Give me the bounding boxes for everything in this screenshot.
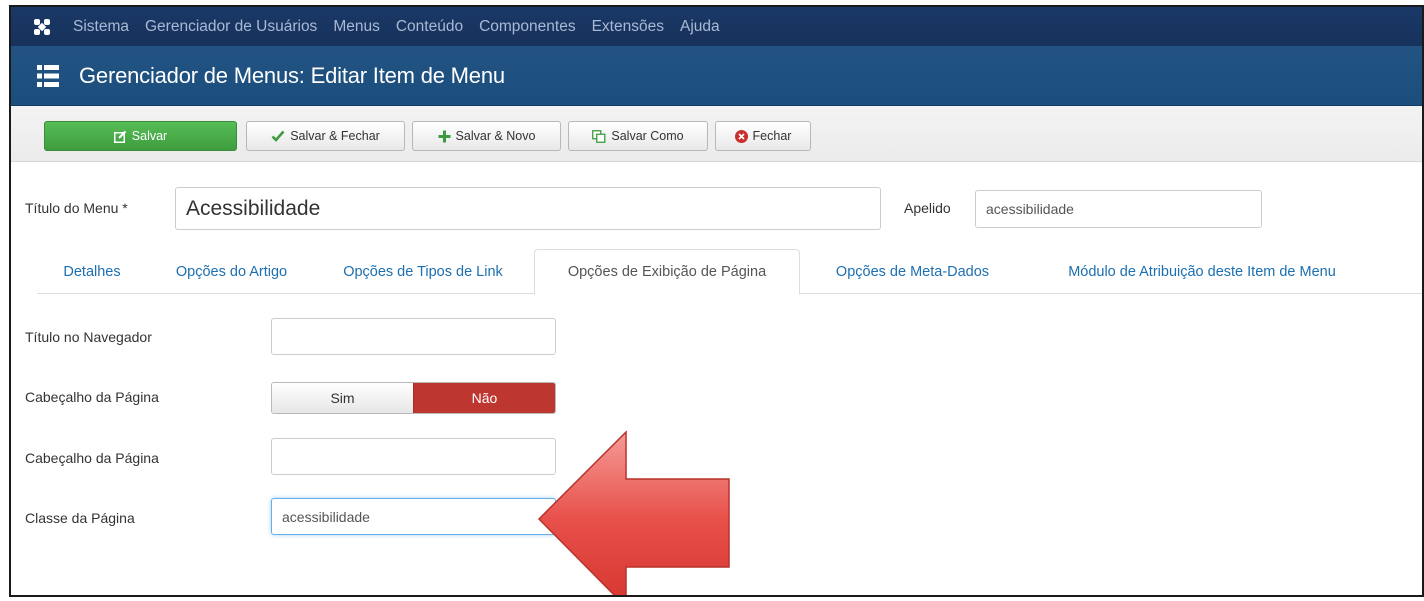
nav-sistema[interactable]: Sistema (65, 7, 137, 46)
nav-menus[interactable]: Menus (325, 7, 388, 46)
save-as-label: Salvar Como (611, 129, 684, 143)
menu-title-label: Título do Menu * (25, 200, 128, 216)
app-window: Sistema Gerenciador de Usuários Menus Co… (9, 5, 1424, 597)
close-button[interactable]: Fechar (715, 121, 811, 151)
browser-title-label: Título no Navegador (25, 329, 152, 345)
tab-detalhes[interactable]: Detalhes (37, 249, 147, 294)
nav-componentes[interactable]: Componentes (471, 7, 584, 46)
close-label: Fechar (752, 129, 792, 143)
save-as-button[interactable]: Salvar Como (568, 121, 708, 151)
tab-opcoes-artigo[interactable]: Opções do Artigo (149, 249, 314, 294)
menu-list-icon (37, 64, 59, 87)
joomla-logo-icon[interactable] (25, 7, 59, 46)
nav-conteudo[interactable]: Conteúdo (388, 7, 471, 46)
menu-title-input[interactable]: Acessibilidade (175, 187, 881, 230)
tab-opcoes-exibicao-pagina[interactable]: Opções de Exibição de Página (534, 249, 800, 295)
toggle-yes-option[interactable]: Sim (272, 383, 413, 413)
save-close-button[interactable]: Salvar & Fechar (246, 121, 405, 151)
save-close-label: Salvar & Fechar (290, 129, 380, 143)
copy-icon (592, 129, 606, 143)
page-class-label: Classe da Página (25, 510, 135, 526)
nav-extensoes[interactable]: Extensões (584, 7, 672, 46)
toolbar: Salvar Salvar & Fechar Salvar & Novo Sal… (11, 106, 1422, 162)
save-label: Salvar (131, 129, 168, 143)
plus-icon (438, 130, 451, 142)
close-circle-icon (734, 129, 748, 143)
alias-label: Apelido (904, 200, 951, 216)
show-heading-label: Cabeçalho da Página (25, 389, 159, 405)
page-class-input[interactable]: acessibilidade (271, 498, 556, 535)
save-button[interactable]: Salvar (44, 121, 237, 151)
nav-gerenciador-usuarios[interactable]: Gerenciador de Usuários (137, 7, 325, 46)
tab-bar: Detalhes Opções do Artigo Opções de Tipo… (37, 249, 1422, 295)
browser-title-input[interactable] (271, 318, 556, 355)
tab-opcoes-tipos-link[interactable]: Opções de Tipos de Link (317, 249, 529, 294)
page-heading-input[interactable] (271, 438, 556, 475)
annotation-arrow-icon (537, 430, 730, 595)
show-heading-toggle: Sim Não (271, 382, 556, 414)
alias-input[interactable]: acessibilidade (975, 190, 1262, 228)
tab-modulo-atribuicao[interactable]: Módulo de Atribuição deste Item de Menu (1032, 249, 1372, 294)
tab-opcoes-meta-dados[interactable]: Opções de Meta-Dados (815, 249, 1010, 294)
nav-ajuda[interactable]: Ajuda (672, 7, 728, 46)
edit-icon (113, 130, 126, 143)
page-title: Gerenciador de Menus: Editar Item de Men… (79, 62, 505, 88)
check-icon (271, 130, 285, 142)
top-navbar: Sistema Gerenciador de Usuários Menus Co… (11, 7, 1422, 46)
save-new-button[interactable]: Salvar & Novo (412, 121, 561, 151)
toggle-no-option[interactable]: Não (413, 383, 555, 413)
page-header: Gerenciador de Menus: Editar Item de Men… (11, 46, 1422, 106)
save-new-label: Salvar & Novo (455, 129, 536, 143)
page-heading-label: Cabeçalho da Página (25, 450, 159, 466)
